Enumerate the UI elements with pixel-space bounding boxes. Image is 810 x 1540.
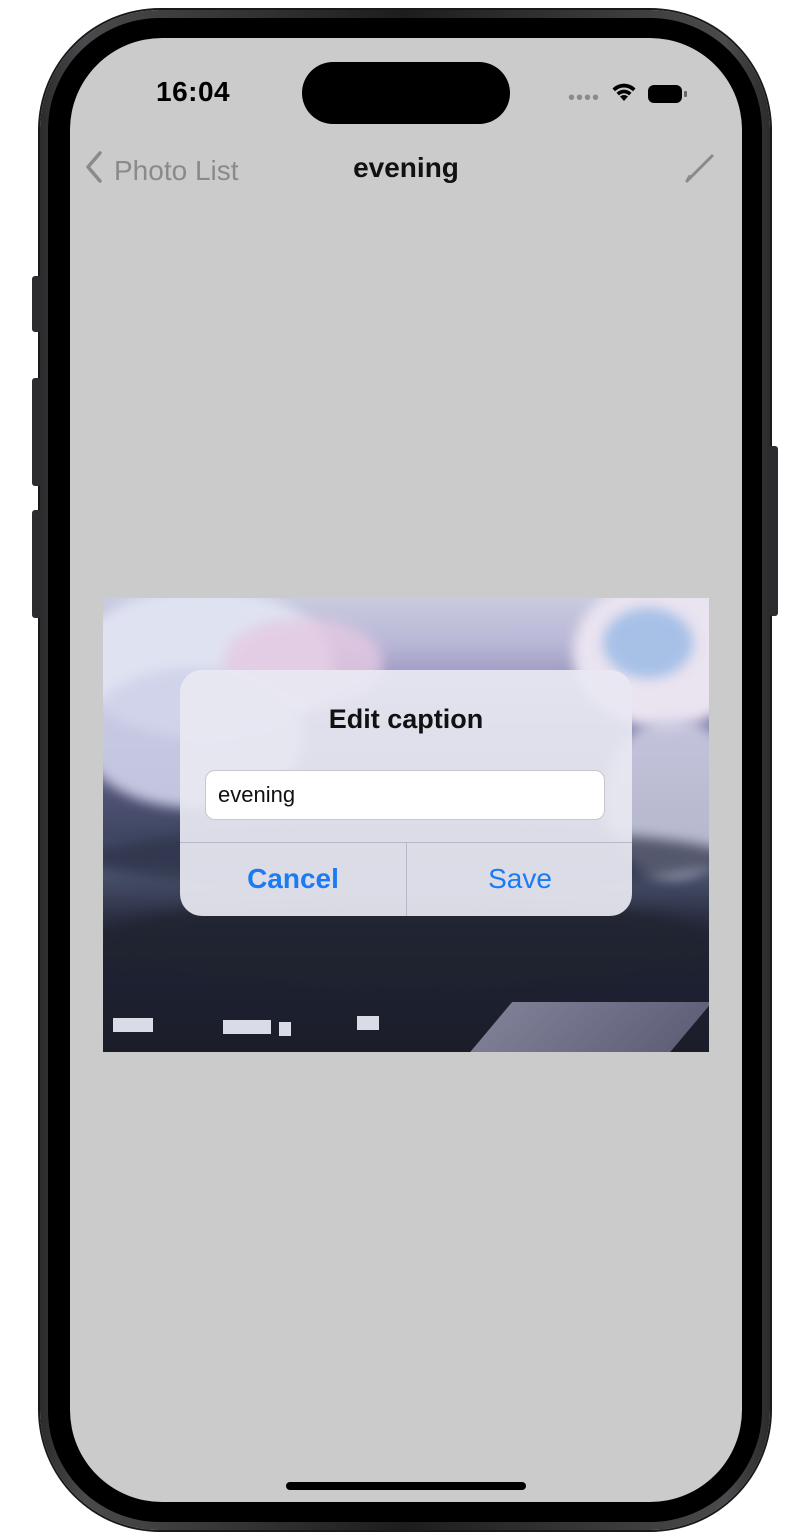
volume-down-button	[32, 510, 42, 618]
edit-caption-dialog: Edit caption Cancel Save	[180, 670, 632, 916]
caption-field[interactable]	[205, 770, 605, 820]
cancel-button[interactable]: Cancel	[180, 842, 406, 916]
road-shape	[461, 1002, 709, 1052]
action-button	[32, 276, 42, 332]
volume-up-button	[32, 378, 42, 486]
page-title: evening	[353, 152, 459, 183]
screen: 16:04 •••• Photo List evening Edit capti…	[70, 38, 742, 1502]
caption-input[interactable]	[218, 782, 604, 808]
status-indicators: ••••	[567, 80, 687, 109]
edit-button[interactable]	[682, 150, 718, 191]
cellular-dots-icon: ••••	[567, 87, 600, 109]
status-time: 16:04	[156, 76, 231, 107]
pencil-icon	[682, 154, 718, 190]
wifi-icon	[610, 81, 638, 108]
power-button	[768, 446, 778, 616]
dialog-title: Edit caption	[328, 704, 484, 734]
home-indicator[interactable]	[286, 1482, 526, 1490]
dynamic-island	[302, 62, 510, 124]
battery-icon	[648, 85, 687, 103]
save-button[interactable]: Save	[407, 842, 632, 916]
